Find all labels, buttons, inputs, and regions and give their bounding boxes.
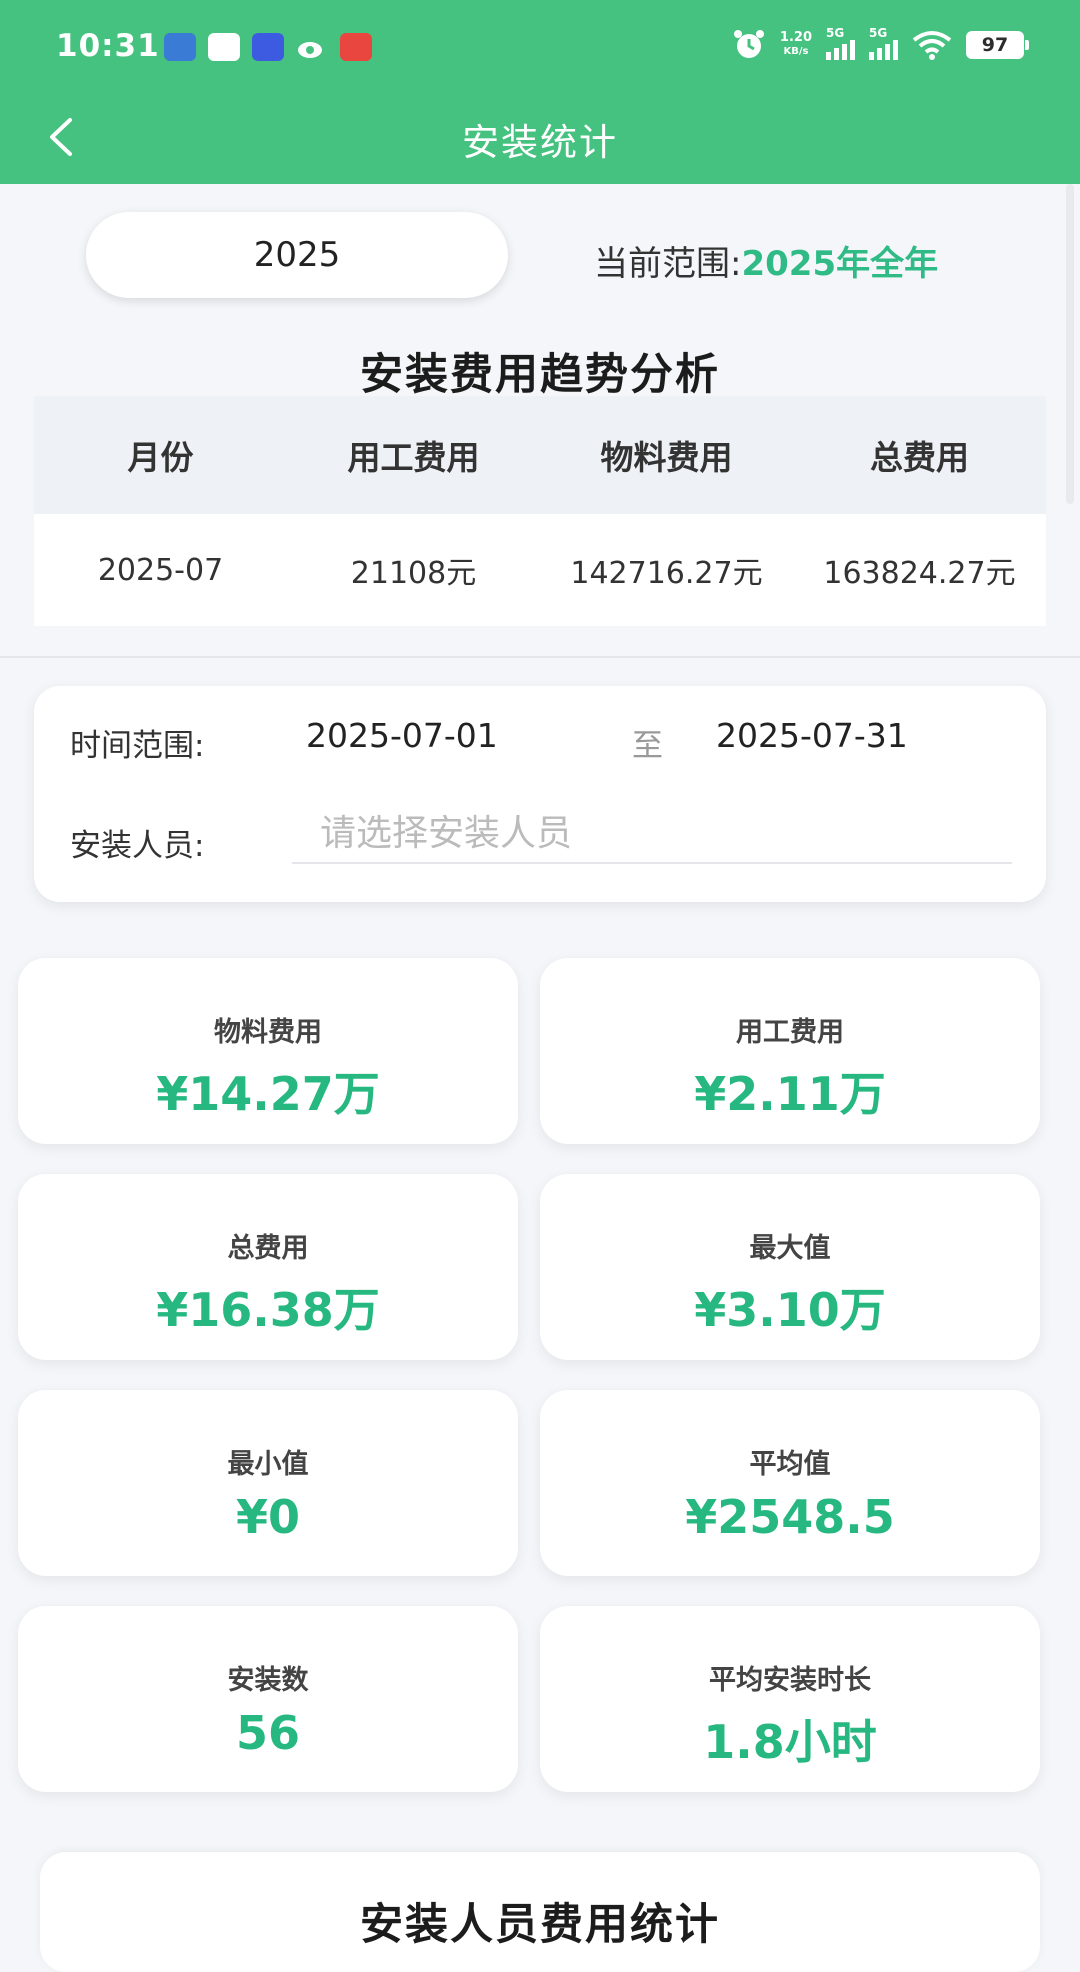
- stat-card-max: 最大值 ¥3.10万: [540, 1174, 1040, 1360]
- page-title: 安装统计: [462, 121, 618, 164]
- stat-card-min: 最小值 ¥0: [18, 1390, 518, 1576]
- signal-1-icon: 5G: [826, 26, 855, 60]
- stat-card-average: 平均值 ¥2548.5: [540, 1390, 1040, 1576]
- stats-grid: 物料费用 ¥14.27万 用工费用 ¥2.11万 总费用 ¥16.38万 最大值…: [0, 930, 1080, 1810]
- start-date-field[interactable]: 2025-07-01: [306, 716, 498, 755]
- current-range-prefix: 当前范围:: [594, 244, 742, 284]
- status-right: 1.20 KB/s 5G 5G 97: [732, 26, 1029, 62]
- stat-value: ¥0: [235, 1490, 300, 1544]
- filter-card: 时间范围: 2025-07-01 至 2025-07-31 安装人员: 请选择安…: [34, 686, 1046, 902]
- stat-value: ¥3.10万: [694, 1283, 886, 1337]
- net-speed-unit: KB/s: [783, 46, 809, 57]
- battery-icon: 97: [966, 31, 1029, 59]
- stat-label: 平均值: [749, 1449, 831, 1480]
- chat-notification-icon: [208, 33, 240, 61]
- stat-card-labor-cost: 用工费用 ¥2.11万: [540, 958, 1040, 1144]
- status-bar: 10:31 1.20 KB/s 5G 5G 97: [0, 0, 1080, 92]
- video-notification-icon: [340, 33, 372, 61]
- net-speed-value: 1.20: [779, 30, 812, 45]
- stat-card-install-count: 安装数 56: [18, 1606, 518, 1792]
- table-header: 月份 用工费用 物料费用 总费用: [34, 396, 1046, 514]
- stat-value: 1.8小时: [703, 1715, 877, 1769]
- end-date-field[interactable]: 2025-07-31: [716, 716, 908, 755]
- vivo-notification-icon: [252, 33, 284, 61]
- section-divider: [0, 656, 1080, 658]
- wifi-icon: [912, 31, 952, 60]
- stat-label: 最大值: [749, 1233, 831, 1264]
- stat-label: 物料费用: [214, 1017, 322, 1048]
- header-month: 月份: [127, 438, 194, 477]
- stat-card-total-cost: 总费用 ¥16.38万: [18, 1174, 518, 1360]
- net-speed: 1.20 KB/s: [780, 31, 812, 59]
- alarm-icon: [733, 30, 764, 58]
- signal-1-label: 5G: [826, 26, 845, 40]
- cell-total-cost: 163824.27元: [823, 556, 1016, 591]
- signal-2-icon: 5G: [869, 26, 898, 60]
- trend-table: 月份 用工费用 物料费用 总费用 2025-07 21108元 142716.2…: [34, 396, 1046, 626]
- battery-level: 97: [981, 34, 1009, 56]
- header-labor-cost: 用工费用: [347, 438, 480, 477]
- stat-value: ¥2548.5: [685, 1490, 895, 1544]
- year-picker-value: 2025: [253, 235, 341, 275]
- signal-2-label: 5G: [869, 26, 888, 40]
- notification-icons: [164, 33, 372, 61]
- nav-bar: 安装统计: [0, 92, 1080, 184]
- current-range: 当前范围:2025年全年: [594, 236, 938, 285]
- stat-value: ¥14.27万: [156, 1067, 380, 1121]
- status-time: 10:31: [56, 28, 160, 64]
- current-range-value: 2025年全年: [741, 244, 939, 284]
- header-material-cost: 物料费用: [600, 438, 733, 477]
- cell-material-cost: 142716.27元: [570, 556, 763, 591]
- stat-value: 56: [235, 1706, 300, 1760]
- installer-cost-title: 安装人员费用统计: [360, 1900, 720, 1950]
- year-picker[interactable]: 2025: [86, 212, 508, 298]
- header-total-cost: 总费用: [870, 438, 969, 477]
- stat-label: 用工费用: [736, 1017, 844, 1048]
- app-notification-icon: [164, 33, 196, 61]
- stat-card-material-cost: 物料费用 ¥14.27万: [18, 958, 518, 1144]
- date-separator: 至: [632, 728, 663, 764]
- stat-value: ¥16.38万: [156, 1283, 380, 1337]
- table-row: 2025-07 21108元 142716.27元 163824.27元: [34, 514, 1046, 626]
- installer-select[interactable]: 请选择安装人员: [292, 798, 1012, 864]
- cell-labor-cost: 21108元: [350, 556, 477, 591]
- weibo-notification-icon: [296, 33, 328, 61]
- time-range-label: 时间范围:: [70, 728, 205, 764]
- stat-value: ¥2.11万: [694, 1067, 886, 1121]
- stat-label: 总费用: [227, 1233, 309, 1264]
- stat-label: 安装数: [227, 1665, 309, 1696]
- stat-label: 最小值: [227, 1449, 309, 1480]
- installer-cost-section: 安装人员费用统计: [40, 1852, 1040, 1972]
- stat-card-avg-duration: 平均安装时长 1.8小时: [540, 1606, 1040, 1792]
- stat-label: 平均安装时长: [709, 1665, 871, 1696]
- installer-label: 安装人员:: [70, 828, 205, 864]
- trend-title: 安装费用趋势分析: [360, 350, 720, 400]
- cell-month: 2025-07: [97, 552, 224, 588]
